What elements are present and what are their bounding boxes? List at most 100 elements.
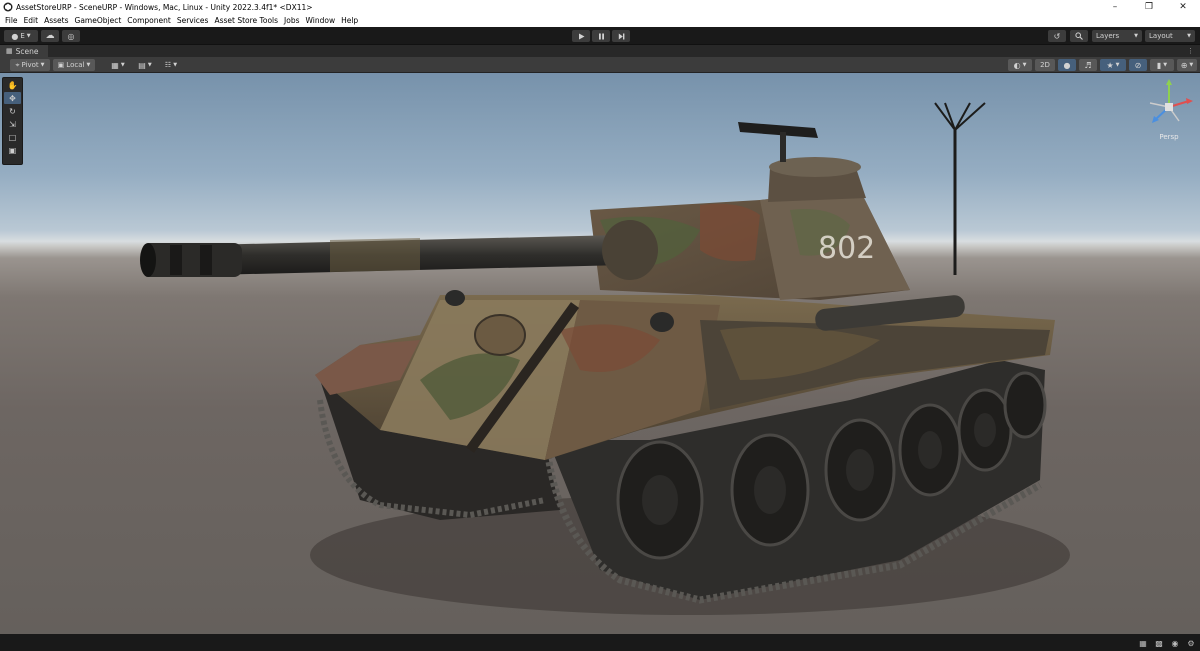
bug-icon[interactable]: ◉	[1170, 638, 1180, 648]
chevron-down-icon: ▼	[1187, 33, 1191, 39]
collab-icon: ◎	[67, 31, 75, 41]
rect-tool-icon[interactable]: □	[4, 131, 21, 143]
tab-scene[interactable]: ▦ Scene	[0, 45, 48, 57]
window-title: AssetStoreURP - SceneURP - Windows, Mac,…	[16, 2, 313, 12]
local-icon: ▣	[57, 61, 65, 69]
grid-snap-button[interactable]: ▦ ▼	[106, 59, 130, 71]
menu-jobs[interactable]: Jobs	[284, 16, 299, 25]
step-icon	[618, 33, 624, 39]
hash-icon: ▦	[6, 47, 13, 55]
menu-help[interactable]: Help	[341, 16, 358, 25]
scene-tab-bar: ▦ Scene ⋮	[0, 45, 1200, 57]
effects-icon: ★	[1106, 60, 1114, 70]
menu-asset-store-tools[interactable]: Asset Store Tools	[214, 16, 278, 25]
history-button[interactable]: ↺	[1048, 30, 1066, 42]
layers-status-icon[interactable]: ▩	[1154, 638, 1164, 648]
eye-slash-icon: ⊘	[1134, 60, 1142, 70]
transform-tool-icon[interactable]: ▣	[4, 144, 21, 156]
rotate-tool-icon[interactable]: ↻	[4, 105, 21, 117]
effects-dropdown[interactable]: ★ ▼	[1100, 59, 1126, 71]
scene-toolbar: ⌖ Pivot ▼ ▣ Local ▼ ▦ ▼ ▤ ▼ ☷ ▼ ◐ ▼ 2D ●…	[0, 57, 1200, 73]
chevron-down-icon: ▼	[1134, 33, 1138, 39]
tab-menu-icon[interactable]: ⋮	[1187, 47, 1194, 55]
menu-window[interactable]: Window	[306, 16, 336, 25]
chevron-down-icon: ▼	[120, 62, 125, 68]
layout-label: Layout	[1149, 32, 1173, 40]
camera-icon: ▮	[1156, 60, 1162, 70]
collab-button[interactable]: ◎	[62, 30, 80, 42]
step-button[interactable]	[612, 30, 630, 42]
unity-logo-icon	[3, 2, 13, 12]
shaded-sphere-icon: ◐	[1013, 60, 1021, 70]
menu-component[interactable]: Component	[127, 16, 171, 25]
menu-edit[interactable]: Edit	[24, 16, 39, 25]
gizmos-dropdown[interactable]: ⊕ ▼	[1177, 59, 1197, 71]
move-tool-icon[interactable]: ✥	[4, 92, 21, 104]
layers-label: Layers	[1096, 32, 1120, 40]
layout-dropdown[interactable]: Layout ▼	[1145, 30, 1195, 42]
hand-tool-icon[interactable]: ✋	[4, 79, 21, 91]
menu-file[interactable]: File	[5, 16, 18, 25]
local-toggle[interactable]: ▣ Local ▼	[53, 59, 95, 71]
restore-icon[interactable]: ❐	[1132, 0, 1166, 14]
tool-palette: ✋ ✥ ↻ ⇲ □ ▣	[2, 77, 23, 165]
window-title-bar: AssetStoreURP - SceneURP - Windows, Mac,…	[0, 0, 1200, 14]
network-icon[interactable]: ▦	[1138, 638, 1148, 648]
search-button[interactable]	[1070, 30, 1088, 42]
account-icon: ●	[11, 31, 19, 41]
menu-services[interactable]: Services	[177, 16, 209, 25]
play-button[interactable]	[572, 30, 590, 42]
chevron-down-icon: ▼	[1189, 62, 1194, 68]
draw-mode-dropdown[interactable]: ◐ ▼	[1008, 59, 1032, 71]
scene-visibility-toggle[interactable]: ⊘	[1129, 59, 1147, 71]
layers-dropdown[interactable]: Layers ▼	[1092, 30, 1142, 42]
tank-model[interactable]: 802	[0, 73, 1200, 634]
history-icon: ↺	[1053, 31, 1061, 41]
menu-assets[interactable]: Assets	[44, 16, 68, 25]
pivot-icon: ⌖	[15, 60, 20, 69]
minimize-icon[interactable]: –	[1098, 0, 1132, 14]
chevron-down-icon: ▼	[1115, 62, 1120, 68]
play-icon	[578, 33, 584, 39]
gizmos-icon: ⊕	[1180, 60, 1188, 70]
search-icon	[1075, 32, 1083, 40]
grid-icon: ▦	[111, 60, 119, 70]
audio-toggle[interactable]: ♬	[1079, 59, 1097, 71]
projection-label: Persp	[1159, 133, 1179, 141]
pivot-label: Pivot	[21, 61, 39, 69]
pause-button[interactable]	[592, 30, 610, 42]
snap-icon: ▤	[138, 60, 146, 70]
2d-label: 2D	[1040, 61, 1050, 69]
scene-viewport[interactable]: 802 ✋ ✥ ↻ ⇲ □ ▣ Persp	[0, 73, 1200, 634]
tab-scene-label: Scene	[15, 46, 39, 56]
increment-snap-icon: ☷	[164, 61, 172, 69]
main-toolbar: ● E ▼ ☁ ◎ ↺ Layers ▼ Layout ▼	[0, 27, 1200, 45]
chevron-down-icon: ▼	[173, 62, 178, 68]
menu-bar: File Edit Assets GameObject Component Se…	[0, 14, 1200, 27]
scale-tool-icon[interactable]: ⇲	[4, 118, 21, 130]
cloud-button[interactable]: ☁	[41, 30, 59, 42]
chevron-down-icon: ▼	[40, 62, 45, 68]
increment-snap-button[interactable]: ☷ ▼	[160, 59, 182, 71]
cloud-icon: ☁	[45, 31, 55, 41]
menu-gameobject[interactable]: GameObject	[75, 16, 122, 25]
pause-icon	[598, 33, 604, 39]
status-bar: ▦ ▩ ◉ ⚙	[0, 634, 1200, 651]
chevron-down-icon: ▼	[1022, 62, 1027, 68]
orientation-gizmo[interactable]: Persp	[1144, 77, 1194, 143]
2d-toggle[interactable]: 2D	[1035, 59, 1055, 71]
lightbulb-icon: ●	[1063, 60, 1071, 70]
close-icon[interactable]: ✕	[1166, 0, 1200, 14]
snap-increment-button[interactable]: ▤ ▼	[133, 59, 157, 71]
pivot-toggle[interactable]: ⌖ Pivot ▼	[10, 59, 50, 71]
tank-number: 802	[818, 231, 875, 266]
lighting-toggle[interactable]: ●	[1058, 59, 1076, 71]
chevron-down-icon: ▼	[26, 33, 31, 39]
camera-settings-dropdown[interactable]: ▮ ▼	[1150, 59, 1174, 71]
speaker-icon: ♬	[1084, 60, 1092, 70]
account-dropdown[interactable]: ● E ▼	[4, 30, 38, 42]
chevron-down-icon: ▼	[86, 62, 91, 68]
account-label: E	[20, 32, 25, 40]
chevron-down-icon: ▼	[147, 62, 152, 68]
settings-icon[interactable]: ⚙	[1186, 638, 1196, 648]
